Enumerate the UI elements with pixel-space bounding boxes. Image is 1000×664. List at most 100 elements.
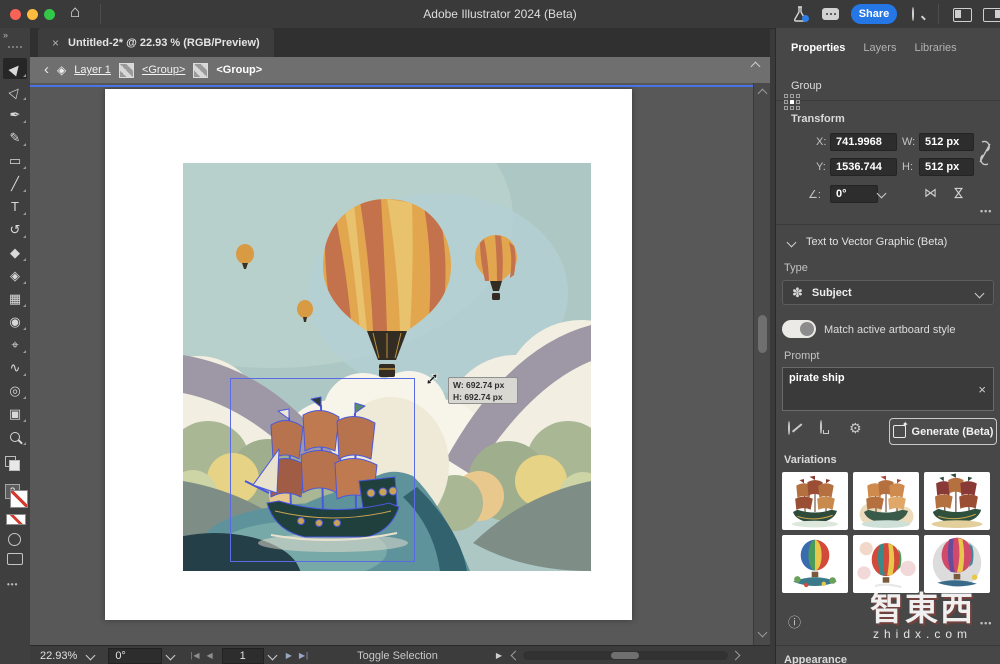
h-field[interactable]: 512 px	[919, 158, 974, 176]
artboard-dropdown-icon[interactable]	[267, 651, 277, 661]
variation-thumbnail-ship-1[interactable]	[782, 472, 848, 530]
curvature-tool[interactable]: ✎	[3, 127, 27, 148]
back-icon[interactable]: ‹	[44, 62, 49, 77]
last-artboard-button[interactable]: ▶|	[299, 651, 309, 660]
comments-icon[interactable]	[822, 8, 839, 20]
paintbrush-tool[interactable]: ╱	[3, 173, 27, 194]
eyedropper-tool[interactable]: ⌖	[3, 334, 27, 355]
eraser-tool[interactable]: ◆	[3, 242, 27, 263]
control-bar: ‹ ◈ Layer 1 <Group> <Group>	[30, 57, 770, 83]
style-reference-icon[interactable]	[788, 422, 790, 434]
y-field[interactable]: 1536.744	[830, 158, 897, 176]
zoom-level[interactable]: 22.93%	[40, 650, 77, 662]
variations-more-options-icon[interactable]: •••	[980, 618, 992, 628]
lasso-tool[interactable]: ◈	[3, 265, 27, 286]
generate-button[interactable]: ✦ Generate (Beta)	[889, 418, 997, 445]
breadcrumb-group-link[interactable]: <Group>	[142, 64, 185, 76]
prev-artboard-button[interactable]: ◀	[207, 651, 214, 660]
first-artboard-button[interactable]: |◀	[190, 651, 200, 660]
variation-thumbnail-balloon-2[interactable]	[853, 535, 919, 593]
angle-field[interactable]: 0°	[830, 185, 878, 203]
toolbar-grip[interactable]	[8, 46, 22, 51]
rotate-tool[interactable]: ↺	[3, 219, 27, 240]
transform-more-options-icon[interactable]: •••	[980, 206, 992, 216]
generate-icon: ✦	[893, 425, 906, 438]
divider	[938, 4, 939, 24]
vertical-scroll-thumb[interactable]	[758, 315, 767, 353]
match-artboard-style-toggle[interactable]	[782, 320, 816, 338]
variation-thumbnail-balloon-3[interactable]	[924, 535, 990, 593]
blend-tool[interactable]: ◉	[3, 311, 27, 332]
panel-layout-icon[interactable]	[983, 8, 1000, 22]
selection-type-label: Group	[791, 80, 822, 92]
next-artboard-button[interactable]: ▶	[286, 651, 293, 660]
section-collapse-icon[interactable]	[787, 238, 797, 248]
ttv-section-title: Text to Vector Graphic (Beta)	[806, 236, 947, 248]
rotation-dropdown-icon[interactable]	[166, 651, 176, 661]
warp-tool[interactable]: ∿	[3, 357, 27, 378]
horizontal-scroll-thumb[interactable]	[611, 652, 639, 659]
close-tab-icon[interactable]: ×	[52, 36, 59, 50]
tab-layers[interactable]: Layers	[863, 42, 896, 66]
variation-thumbnail-balloon-1[interactable]	[782, 535, 848, 593]
fill-none-swatch[interactable]	[10, 490, 28, 508]
horizontal-scrollbar[interactable]	[523, 651, 728, 660]
panel-tab-bar: Properties Layers Libraries	[776, 42, 1000, 66]
settings-gear-icon[interactable]: ⚙	[849, 420, 862, 437]
selection-bounding-box[interactable]	[230, 378, 415, 562]
variation-thumbnail-ship-3[interactable]	[924, 472, 990, 530]
expand-dock-icon[interactable]: »	[3, 30, 7, 40]
prompt-ideas-icon[interactable]	[820, 421, 822, 433]
type-select[interactable]: ✽ Subject	[782, 280, 994, 305]
tooltip-width: W: 692.74 px	[453, 379, 513, 391]
document-tab[interactable]: × Untitled-2* @ 22.93 % (RGB/Preview)	[38, 28, 274, 57]
transform-section-title: Transform	[791, 113, 845, 125]
generate-label: Generate (Beta)	[912, 426, 994, 438]
draw-mode-icon[interactable]	[8, 533, 21, 546]
angle-dropdown-icon[interactable]	[877, 189, 887, 199]
search-icon[interactable]	[912, 8, 914, 20]
flip-horizontal-icon[interactable]: ⋈	[924, 185, 937, 201]
scroll-up-icon[interactable]	[758, 89, 768, 99]
zoom-dropdown-icon[interactable]	[86, 651, 96, 661]
w-field[interactable]: 512 px	[919, 133, 974, 151]
prompt-input[interactable]: pirate ship ×	[782, 367, 994, 411]
status-play-icon[interactable]: ▶	[496, 651, 502, 660]
share-button[interactable]: Share	[851, 4, 897, 24]
gradient-tool[interactable]: ▦	[3, 288, 27, 309]
shape-builder-tool[interactable]: ◎	[3, 380, 27, 401]
tab-libraries[interactable]: Libraries	[914, 42, 956, 66]
scroll-left-icon[interactable]	[511, 651, 521, 661]
x-field[interactable]: 741.9968	[830, 133, 897, 151]
workspace-layout-icon[interactable]	[953, 8, 972, 22]
direct-selection-tool[interactable]: ▷	[3, 81, 27, 102]
stroke-none-swatch[interactable]	[6, 514, 26, 525]
breadcrumb-current-group: <Group>	[216, 64, 262, 76]
pen-tool[interactable]: ✒	[3, 104, 27, 125]
constrain-proportions-icon[interactable]	[978, 140, 992, 166]
breadcrumb-layer-link[interactable]: Layer 1	[74, 64, 111, 76]
rotation-field[interactable]: 0°	[108, 648, 162, 664]
y-label: Y:	[816, 161, 826, 173]
w-label: W:	[902, 136, 915, 148]
rectangle-tool[interactable]: ▭	[3, 150, 27, 171]
selection-tool[interactable]: ▶	[3, 58, 27, 79]
type-tool[interactable]: T	[3, 196, 27, 217]
tab-properties[interactable]: Properties	[791, 42, 845, 66]
more-tools-icon[interactable]: •••	[7, 580, 18, 589]
vertical-scrollbar[interactable]	[753, 83, 770, 645]
fill-proxy-swatch[interactable]	[9, 460, 20, 471]
info-icon[interactable]: ⓘ	[788, 612, 801, 631]
screen-mode-icon[interactable]	[7, 553, 23, 565]
artboard-number-field[interactable]: 1	[222, 648, 264, 664]
zoom-tool[interactable]	[3, 426, 27, 447]
selection-guide-line	[30, 85, 753, 87]
clear-prompt-icon[interactable]: ×	[978, 382, 986, 397]
canvas-area[interactable]: W: 692.74 px H: 692.74 px	[30, 83, 770, 645]
artboard-tool[interactable]: ▣	[3, 403, 27, 424]
reference-point-locator[interactable]	[784, 94, 800, 110]
flip-vertical-icon[interactable]: ⋈	[951, 187, 967, 200]
scroll-down-icon[interactable]	[758, 628, 768, 638]
scroll-right-icon[interactable]	[731, 651, 741, 661]
variation-thumbnail-ship-2[interactable]	[853, 472, 919, 530]
